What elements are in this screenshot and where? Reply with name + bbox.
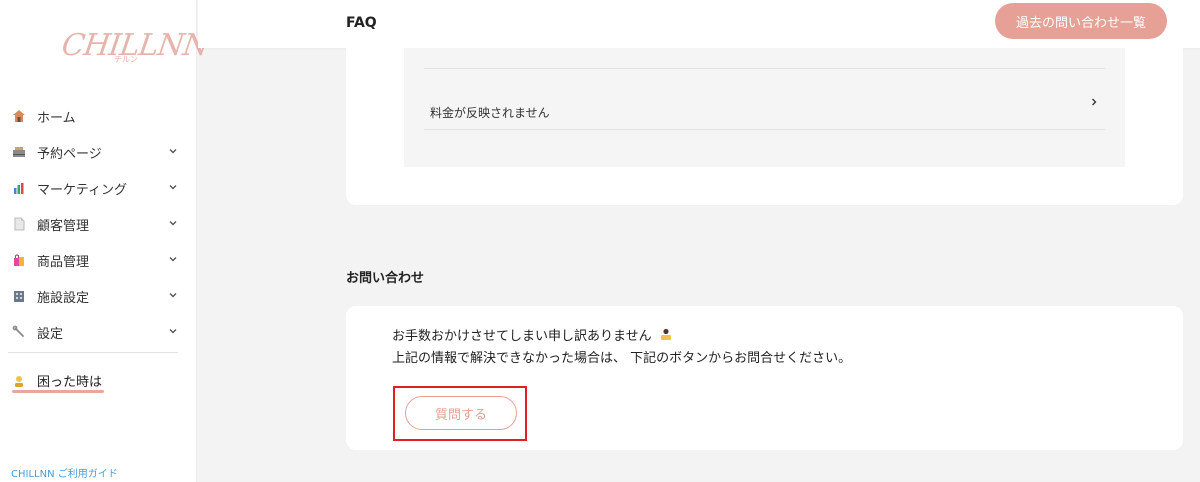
shopping-bag-icon — [14, 254, 24, 266]
guide-link[interactable]: CHILLNN ご利用ガイド — [11, 465, 118, 480]
sidebar-item-products[interactable]: 商品管理 — [0, 242, 197, 278]
home-icon — [13, 110, 25, 122]
sidebar-divider — [8, 352, 178, 353]
chevron-down-icon[interactable] — [168, 254, 178, 264]
faq-card: 料金が反映されません — [346, 48, 1183, 205]
chevron-down-icon[interactable] — [168, 182, 178, 192]
sidebar-item-settings[interactable]: 設定 — [0, 314, 197, 350]
logo-subtext: チルン — [114, 55, 138, 64]
chart-icon — [14, 183, 24, 194]
ask-question-button[interactable]: 質問する — [405, 396, 517, 430]
inquiry-history-button[interactable]: 過去の問い合わせ一覧 — [995, 3, 1167, 39]
sidebar: CHILLNN チルン ホーム 予約ページ マーケティング 顧客管理 商品管理 — [0, 0, 211, 482]
sidebar-item-home[interactable]: ホーム — [0, 98, 197, 134]
active-indicator — [12, 390, 104, 393]
logo[interactable]: CHILLNN チルン — [58, 20, 211, 80]
sidebar-item-marketing[interactable]: マーケティング — [0, 170, 197, 206]
sidebar-item-label: 設定 — [37, 326, 64, 342]
sidebar-item-reservation[interactable]: 予約ページ — [0, 134, 197, 170]
sidebar-item-label: 困った時は — [37, 375, 103, 390]
building-icon — [14, 291, 24, 302]
sidebar-item-label: 商品管理 — [37, 254, 90, 270]
faq-question: 料金が反映されません — [430, 106, 550, 120]
sidebar-item-label: ホーム — [37, 110, 76, 126]
contact-message-line2: 上記の情報で解決できなかった場合は、 下記のボタンからお問合せください。 — [392, 351, 852, 366]
page-title: FAQ — [346, 15, 377, 31]
sidebar-item-customers[interactable]: 顧客管理 — [0, 206, 197, 242]
sidebar-item-label: 顧客管理 — [37, 218, 90, 234]
chevron-down-icon[interactable] — [168, 326, 178, 336]
contact-card: お手数おかけさせてしまい申し訳ありません 上記の情報で解決できなかった場合は、 … — [346, 306, 1183, 450]
top-header: FAQ 過去の問い合わせ一覧 — [198, 0, 1200, 48]
contact-message-line1: お手数おかけさせてしまい申し訳ありません — [392, 325, 673, 344]
sidebar-item-label: 施設設定 — [37, 290, 90, 306]
chevron-down-icon[interactable] — [168, 218, 178, 228]
faq-list: 料金が反映されません — [404, 48, 1125, 167]
wrench-icon — [12, 325, 24, 337]
chevron-down-icon[interactable] — [168, 290, 178, 300]
sidebar-item-label: マーケティング — [37, 182, 127, 198]
document-icon — [14, 217, 25, 231]
chevron-down-icon[interactable] — [168, 146, 178, 156]
sidebar-nav: ホーム 予約ページ マーケティング 顧客管理 商品管理 施設設定 設定 — [0, 98, 197, 350]
chevron-right-icon — [1092, 98, 1097, 106]
contact-message-text: お手数おかけさせてしまい申し訳ありません — [392, 329, 652, 344]
faq-divider — [424, 68, 1105, 69]
reservation-icon — [13, 147, 25, 157]
faq-item[interactable]: 料金が反映されません — [424, 88, 1105, 130]
sidebar-item-help[interactable]: 困った時は — [12, 371, 102, 390]
contact-section-title: お問い合わせ — [346, 271, 425, 286]
sidebar-item-label: 予約ページ — [37, 146, 102, 162]
bowing-person-icon — [660, 328, 671, 340]
person-help-icon — [15, 375, 23, 387]
sidebar-item-facility[interactable]: 施設設定 — [0, 278, 197, 314]
